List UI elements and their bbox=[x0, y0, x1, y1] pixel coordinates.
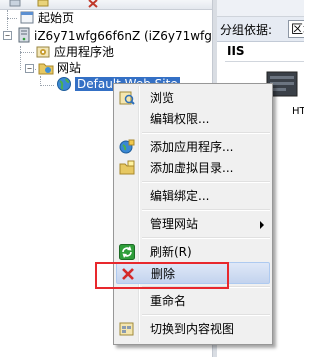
menu-item-edit-bindings[interactable]: 编辑绑定... bbox=[116, 185, 270, 207]
menu-item-label: 刷新(R) bbox=[150, 245, 192, 259]
menu-item-refresh[interactable]: 刷新(R) bbox=[116, 241, 270, 263]
add-application-icon bbox=[119, 139, 135, 155]
menu-item-label: 管理网站 bbox=[150, 217, 199, 231]
feature-label: HT bbox=[292, 106, 304, 117]
tree-line bbox=[7, 18, 17, 19]
menu-item-add-virtual-directory[interactable]: 添加虚拟目录... bbox=[116, 157, 270, 179]
menu-item-add-application[interactable]: 添加应用程序... bbox=[116, 136, 270, 158]
globe-icon bbox=[56, 76, 72, 92]
groupby-select[interactable]: 区域 bbox=[288, 20, 304, 38]
annotation-highlight-box bbox=[95, 262, 229, 289]
menu-item-label: 浏览 bbox=[150, 91, 175, 105]
menu-separator bbox=[142, 132, 270, 134]
content-view-icon bbox=[119, 321, 135, 337]
menu-item-rename[interactable]: 重命名 bbox=[116, 290, 270, 312]
tree-line bbox=[20, 46, 21, 70]
browse-icon bbox=[119, 90, 135, 106]
tree-item-app-pools[interactable]: 应用程序池 bbox=[54, 44, 114, 60]
menu-item-label: 重命名 bbox=[150, 294, 187, 308]
menu-separator bbox=[142, 209, 270, 211]
menu-item-label: 编辑绑定... bbox=[150, 189, 210, 203]
submenu-arrow-icon bbox=[260, 221, 264, 229]
refresh-icon bbox=[119, 244, 135, 260]
tree-item-start-page[interactable]: 起始页 bbox=[38, 10, 74, 26]
tree-line bbox=[20, 52, 34, 53]
menu-item-manage-site[interactable]: 管理网站 bbox=[116, 213, 270, 235]
menu-item-browse[interactable]: 浏览 bbox=[116, 87, 270, 109]
tree-item-server[interactable]: iZ6y71wfg66f6nZ (iZ6y71wfg bbox=[34, 28, 212, 44]
tree-line bbox=[40, 85, 54, 86]
menu-item-label: 切换到内容视图 bbox=[150, 322, 235, 336]
sites-collapse-toggle[interactable]: − bbox=[25, 64, 34, 73]
section-title-iis: IIS bbox=[227, 44, 245, 58]
add-virtual-directory-icon bbox=[119, 160, 135, 176]
app-pool-icon bbox=[35, 44, 51, 60]
menu-separator bbox=[142, 181, 270, 183]
server-collapse-toggle[interactable]: − bbox=[3, 31, 12, 40]
menu-item-edit-permissions[interactable]: 编辑权限... bbox=[116, 108, 270, 130]
tree-item-sites[interactable]: 网站 bbox=[57, 60, 81, 76]
menu-item-label: 添加虚拟目录... bbox=[150, 161, 234, 175]
sites-folder-icon bbox=[38, 60, 54, 76]
close-icon[interactable] bbox=[86, 0, 100, 8]
menu-separator bbox=[142, 314, 270, 316]
menu-item-label: 编辑权限... bbox=[150, 112, 210, 126]
toolbar bbox=[0, 0, 212, 10]
menu-separator bbox=[142, 237, 270, 239]
start-page-icon bbox=[19, 10, 35, 26]
menu-item-label: 添加应用程序... bbox=[150, 140, 234, 154]
server-icon bbox=[16, 27, 32, 43]
context-menu: 浏览 编辑权限... 添加应用程序... 添加虚拟目录... 编辑绑定... 管… bbox=[113, 83, 273, 345]
groupby-label: 分组依据: bbox=[220, 23, 273, 37]
save-icon[interactable] bbox=[36, 0, 50, 8]
groupby-bar: 分组依据: 区域 bbox=[217, 17, 304, 42]
section-divider bbox=[225, 61, 304, 62]
panel-header bbox=[217, 0, 304, 17]
menu-item-switch-content-view[interactable]: 切换到内容视图 bbox=[116, 318, 270, 340]
back-icon[interactable] bbox=[8, 0, 22, 8]
